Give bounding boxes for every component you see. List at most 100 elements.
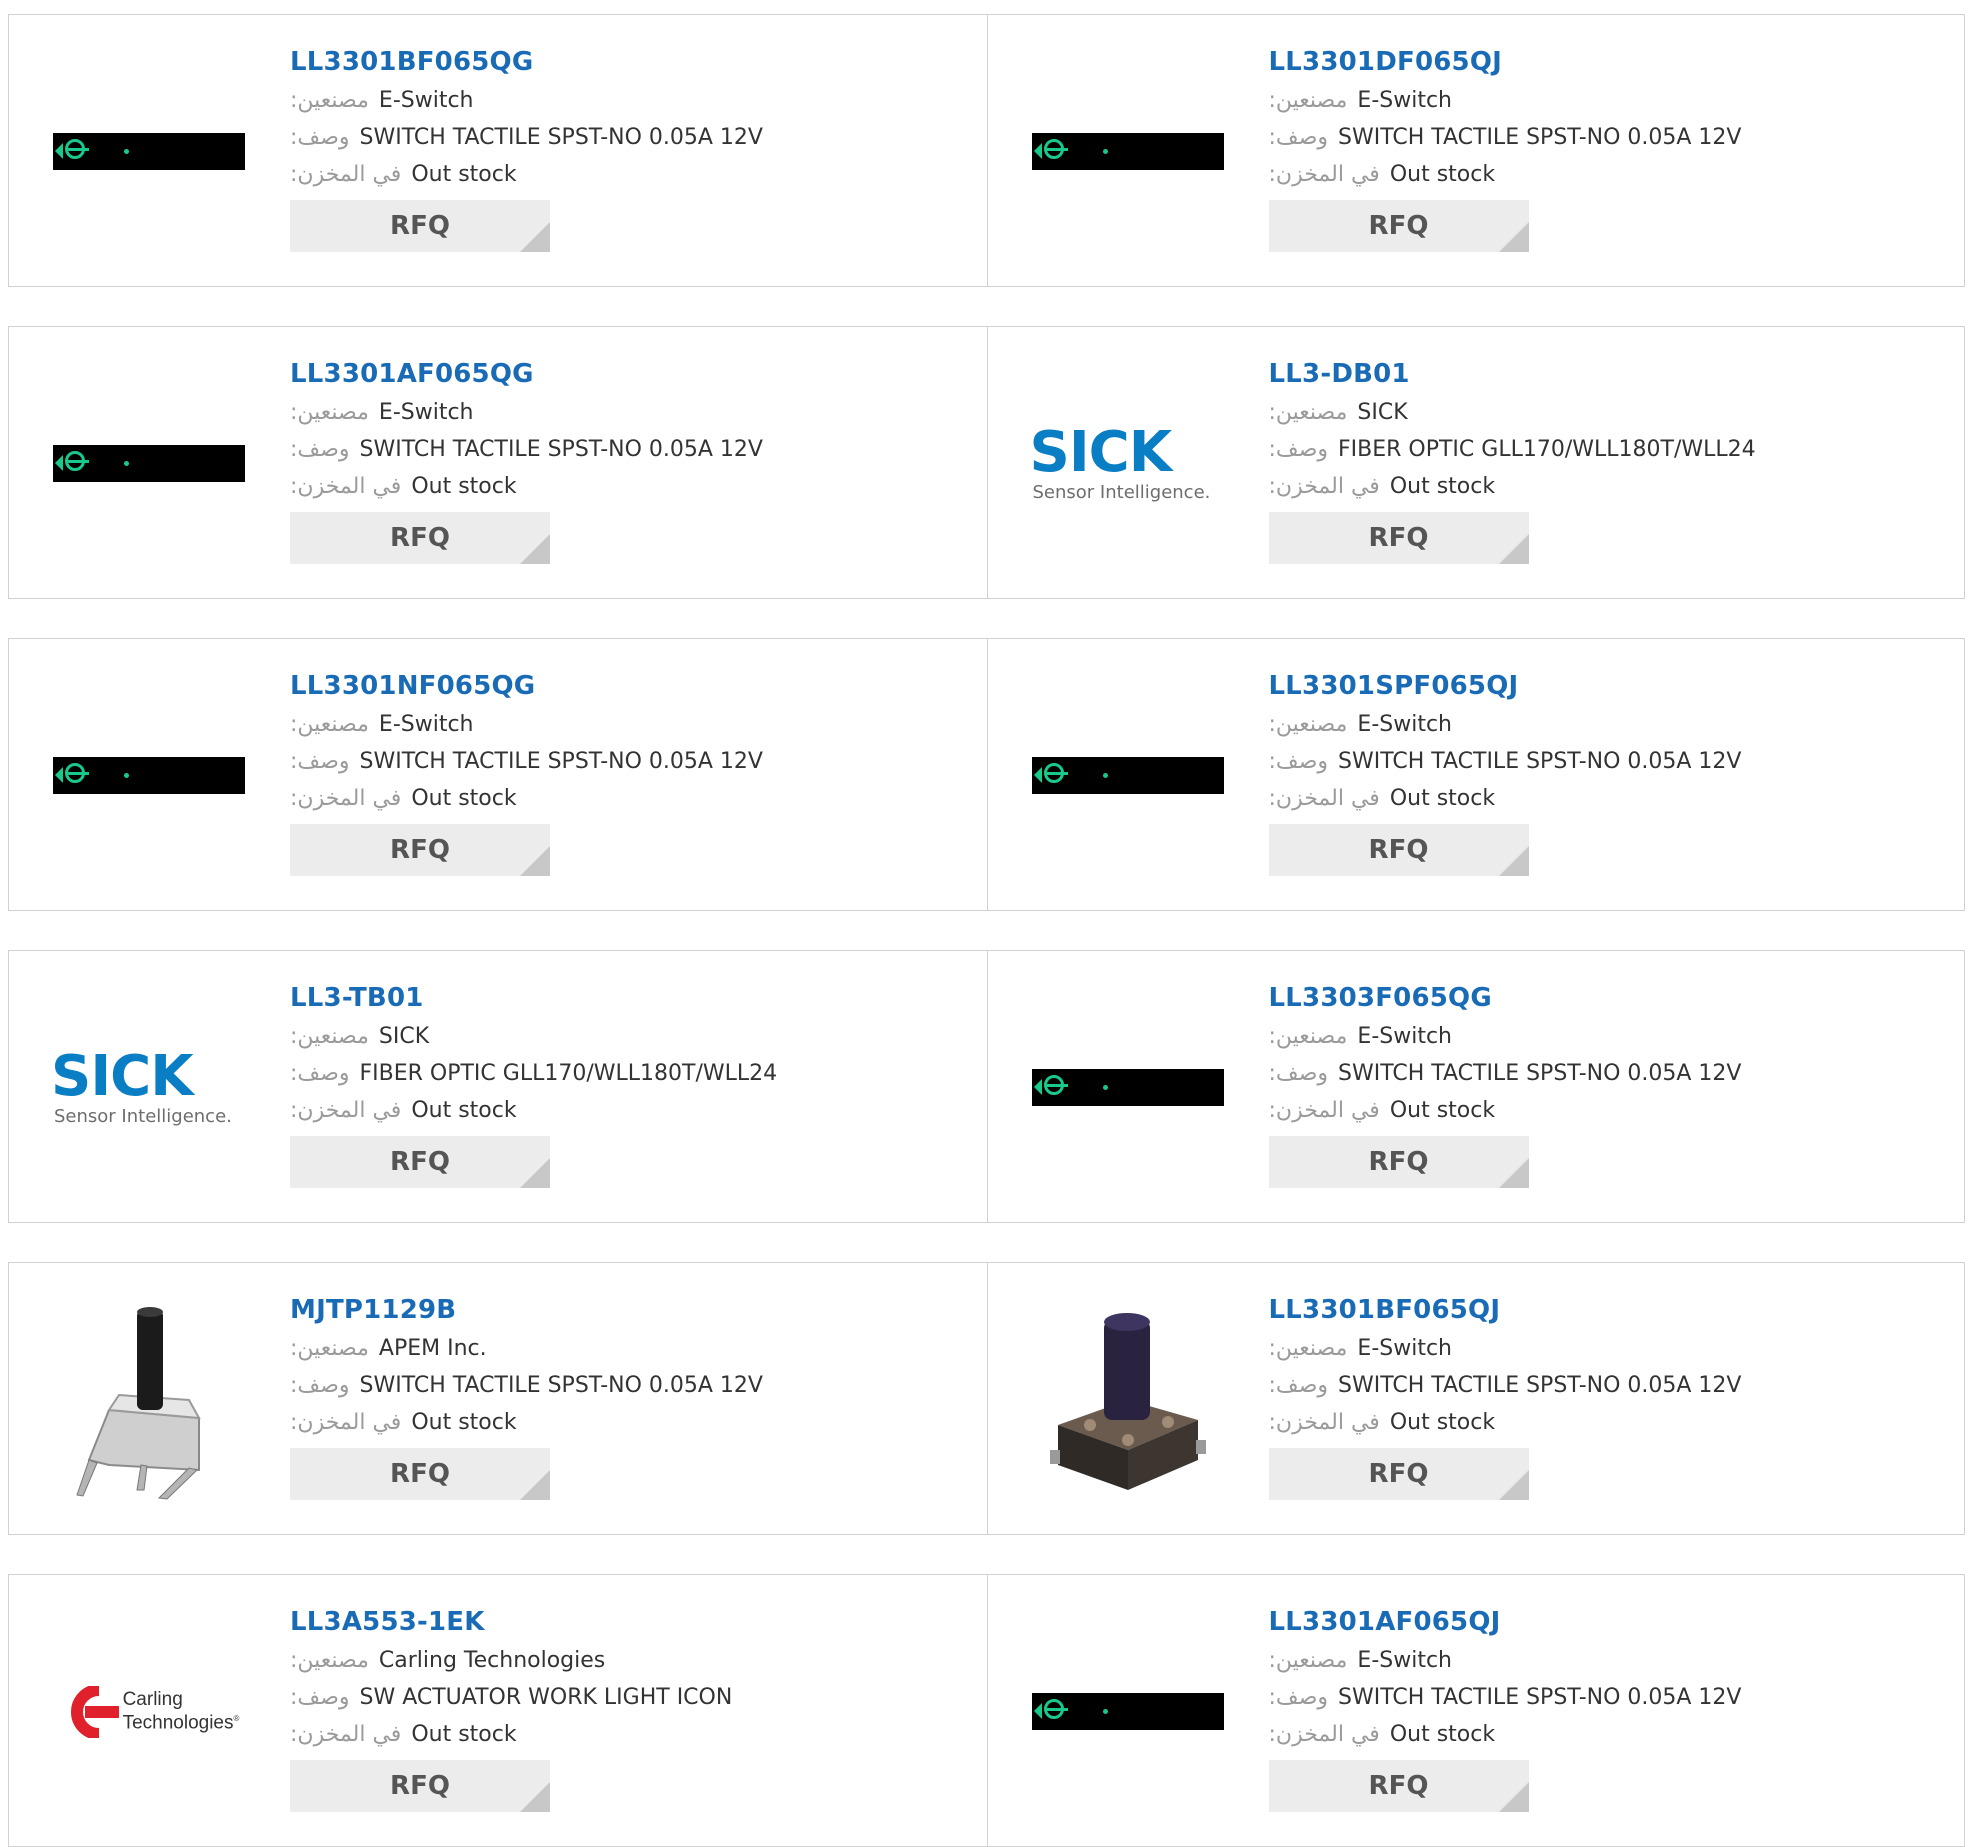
part-number-link[interactable]: LL3301AF065QG (290, 357, 970, 391)
manufacturer-row: :مصنعين SICK (1269, 394, 1949, 431)
part-number-link[interactable]: LL3303F065QG (1269, 981, 1949, 1015)
manufacturer-value: E-Switch (1357, 1648, 1452, 1673)
description-row: :وصف SWITCH TACTILE SPST-NO 0.05A 12V (1269, 1367, 1949, 1404)
product-card: LL3301DF065QJ :مصنعين E-Switch :وصف SWITCH… (986, 15, 1965, 286)
manufacturer-value: E-Switch (1357, 1024, 1452, 1049)
product-info: LL3-DB01 :مصنعين SICK :وصف FIBER OPTIC GLL… (1268, 357, 1949, 564)
description-value: SW ACTUATOR WORK LIGHT ICON (359, 1685, 733, 1710)
product-image[interactable]: Carling Technologies® (49, 1605, 249, 1818)
part-number-link[interactable]: MJTP1129B (290, 1293, 970, 1327)
product-row: SICK Sensor Intelligence. LL3-TB01 :مصنعي… (8, 950, 1965, 1223)
product-image[interactable] (1028, 1605, 1228, 1818)
part-number-link[interactable]: LL3301NF065QG (290, 669, 970, 703)
rfq-label: RFQ (390, 523, 450, 553)
description-value: FIBER OPTIC GLL170/WLL180T/WLL24 (359, 1061, 778, 1086)
rfq-label: RFQ (1368, 835, 1429, 865)
rfq-label: RFQ (390, 1459, 450, 1489)
manufacturer-value: E-Switch (1357, 712, 1452, 737)
product-image[interactable] (1028, 45, 1228, 258)
product-card: LL3301AF065QJ :مصنعين E-Switch :وصف SWITCH… (986, 1575, 1965, 1846)
product-image[interactable] (49, 669, 249, 882)
description-label: :وصف (1268, 125, 1329, 150)
product-image[interactable] (1028, 981, 1228, 1194)
product-info: LL3301SPF065QJ :مصنعين E-Switch :وصف SWITC… (1268, 669, 1949, 876)
rfq-button[interactable]: RFQ (1268, 512, 1529, 564)
rfq-button[interactable]: RFQ (1268, 1448, 1529, 1500)
description-row: :وصف FIBER OPTIC GLL170/WLL180T/WLL24 (1269, 431, 1949, 468)
product-card: MJTP1129B :مصنعين APEM Inc. :وصف SWITCH TA… (9, 1263, 987, 1534)
stock-label: :في المخزن (290, 786, 402, 811)
rfq-button[interactable]: RFQ (1268, 1136, 1529, 1188)
manufacturer-value: E-Switch (378, 712, 474, 737)
rfq-label: RFQ (1368, 1459, 1429, 1489)
stock-row: :في المخزن Out stock (290, 1716, 970, 1753)
product-card: LL3301BF065QJ :مصنعين E-Switch :وصف SWITCH… (986, 1263, 1965, 1534)
product-image[interactable] (49, 1293, 249, 1506)
rfq-corner-decoration (1498, 222, 1529, 252)
stock-value: Out stock (411, 474, 517, 499)
product-card: LL3303F065QG :مصنعين E-Switch :وصف SWITCH … (986, 951, 1965, 1222)
description-row: :وصف SWITCH TACTILE SPST-NO 0.05A 12V (1269, 1055, 1949, 1092)
rfq-corner-decoration (520, 222, 550, 252)
rfq-button[interactable]: RFQ (290, 1448, 550, 1500)
description-label: :وصف (1268, 1685, 1329, 1710)
manufacturer-value: E-Switch (1357, 88, 1452, 113)
part-number-link[interactable]: LL3301AF065QJ (1269, 1605, 1949, 1639)
rfq-button[interactable]: RFQ (1268, 824, 1529, 876)
product-image[interactable] (49, 45, 249, 258)
product-row: LL3301NF065QG :مصنعين E-Switch :وصف SWITCH… (8, 638, 1965, 911)
rfq-button[interactable]: RFQ (290, 200, 550, 252)
manufacturer-row: :مصنعين E-Switch (1269, 1330, 1949, 1367)
tactile-switch-square-photo (1027, 1299, 1228, 1500)
stock-value: Out stock (1389, 1722, 1496, 1747)
eswitch-placeholder-icon (1031, 1693, 1224, 1730)
manufacturer-label: :مصنعين (290, 88, 369, 113)
stock-label: :في المخزن (1268, 162, 1380, 187)
part-number-link[interactable]: LL3301BF065QG (290, 45, 970, 79)
part-number-link[interactable]: LL3301BF065QJ (1269, 1293, 1949, 1327)
manufacturer-value: E-Switch (1357, 1336, 1452, 1361)
stock-row: :في المخزن Out stock (290, 1404, 970, 1441)
product-image[interactable]: SICK Sensor Intelligence. (1028, 357, 1228, 570)
manufacturer-value: E-Switch (378, 88, 474, 113)
rfq-button[interactable]: RFQ (290, 824, 550, 876)
product-row: LL3301AF065QG :مصنعين E-Switch :وصف SWITCH… (8, 326, 1965, 599)
part-number-link[interactable]: LL3301DF065QJ (1269, 45, 1949, 79)
stock-row: :في المخزن Out stock (290, 1092, 970, 1129)
part-number-link[interactable]: LL3-DB01 (1269, 357, 1949, 391)
description-row: :وصف SWITCH TACTILE SPST-NO 0.05A 12V (1269, 743, 1949, 780)
product-image[interactable]: SICK Sensor Intelligence. (49, 981, 249, 1194)
rfq-button[interactable]: RFQ (290, 1760, 550, 1812)
stock-value: Out stock (1389, 474, 1496, 499)
product-image[interactable] (1028, 669, 1228, 882)
description-label: :وصف (290, 125, 350, 150)
description-label: :وصف (290, 437, 350, 462)
rfq-button[interactable]: RFQ (290, 1136, 550, 1188)
product-row: Carling Technologies® LL3A553-1EK :مصنعين… (8, 1574, 1965, 1847)
stock-label: :في المخزن (1268, 1410, 1380, 1435)
manufacturer-row: :مصنعين E-Switch (1269, 1018, 1949, 1055)
description-row: :وصف SWITCH TACTILE SPST-NO 0.05A 12V (290, 743, 970, 780)
part-number-link[interactable]: LL3A553-1EK (290, 1605, 970, 1639)
stock-row: :في المخزن Out stock (1269, 1092, 1949, 1129)
description-row: :وصف SWITCH TACTILE SPST-NO 0.05A 12V (290, 1367, 970, 1404)
rfq-button[interactable]: RFQ (1268, 200, 1529, 252)
product-image[interactable] (1027, 1293, 1228, 1506)
product-image[interactable] (49, 357, 249, 570)
rfq-corner-decoration (1498, 534, 1529, 564)
part-number-link[interactable]: LL3-TB01 (290, 981, 970, 1015)
description-row: :وصف SWITCH TACTILE SPST-NO 0.05A 12V (290, 431, 970, 468)
rfq-button[interactable]: RFQ (1268, 1760, 1529, 1812)
rfq-corner-decoration (1498, 1470, 1529, 1500)
rfq-corner-decoration (520, 1470, 550, 1500)
part-number-link[interactable]: LL3301SPF065QJ (1269, 669, 1949, 703)
product-info: LL3301AF065QG :مصنعين E-Switch :وصف SWITCH… (290, 357, 970, 564)
rfq-corner-decoration (1498, 846, 1529, 876)
product-card: LL3301SPF065QJ :مصنعين E-Switch :وصف SWITC… (986, 639, 1965, 910)
rfq-button[interactable]: RFQ (290, 512, 550, 564)
stock-row: :في المخزن Out stock (290, 156, 970, 193)
eswitch-placeholder-icon (53, 133, 245, 170)
stock-value: Out stock (411, 1722, 517, 1747)
product-row: MJTP1129B :مصنعين APEM Inc. :وصف SWITCH TA… (8, 1262, 1965, 1535)
eswitch-placeholder-icon (1031, 1069, 1224, 1106)
